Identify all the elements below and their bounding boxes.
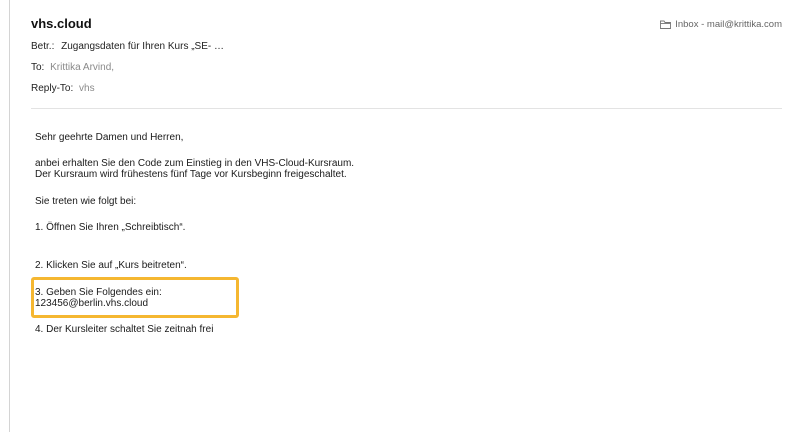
intro-line-2: Der Kursraum wird frühestens fünf Tage v…	[35, 169, 347, 180]
step-2: 2. Klicken Sie auf „Kurs beitreten“.	[35, 260, 187, 271]
replyto-label: Reply-To:	[31, 83, 74, 94]
to-value[interactable]: Krittika Arvind,	[50, 62, 114, 73]
replyto-row: Reply-To: vhs	[31, 83, 95, 94]
to-label: To:	[31, 62, 45, 73]
sender-name: vhs.cloud	[31, 16, 92, 31]
intro-line-1: anbei erhalten Sie den Code zum Einstieg…	[35, 158, 355, 169]
step-4: 4. Der Kursleiter schaltet Sie zeitnah f…	[35, 324, 214, 335]
header-divider	[31, 108, 782, 109]
to-row: To: Krittika Arvind,	[31, 62, 114, 73]
subject-value: Zugangsdaten für Ihren Kurs „SE- …	[61, 41, 224, 52]
mailbox-indicator[interactable]: Inbox - mail@krittika.com	[660, 19, 782, 30]
mailbox-label: Inbox - mail@krittika.com	[675, 19, 782, 30]
step-1: 1. Öffnen Sie Ihren „Schreibtisch“.	[35, 222, 186, 233]
replyto-value[interactable]: vhs	[79, 83, 95, 94]
subject-label: Betr.:	[31, 41, 55, 52]
greeting: Sehr geehrte Damen und Herren,	[35, 132, 184, 143]
email-viewer: vhs.cloud Inbox - mail@krittika.com Betr…	[9, 0, 800, 432]
inbox-folder-icon	[660, 20, 672, 29]
subject-row: Betr.: Zugangsdaten für Ihren Kurs „SE- …	[31, 41, 224, 52]
highlight-box	[31, 277, 239, 318]
steps-intro: Sie treten wie folgt bei:	[35, 196, 137, 207]
